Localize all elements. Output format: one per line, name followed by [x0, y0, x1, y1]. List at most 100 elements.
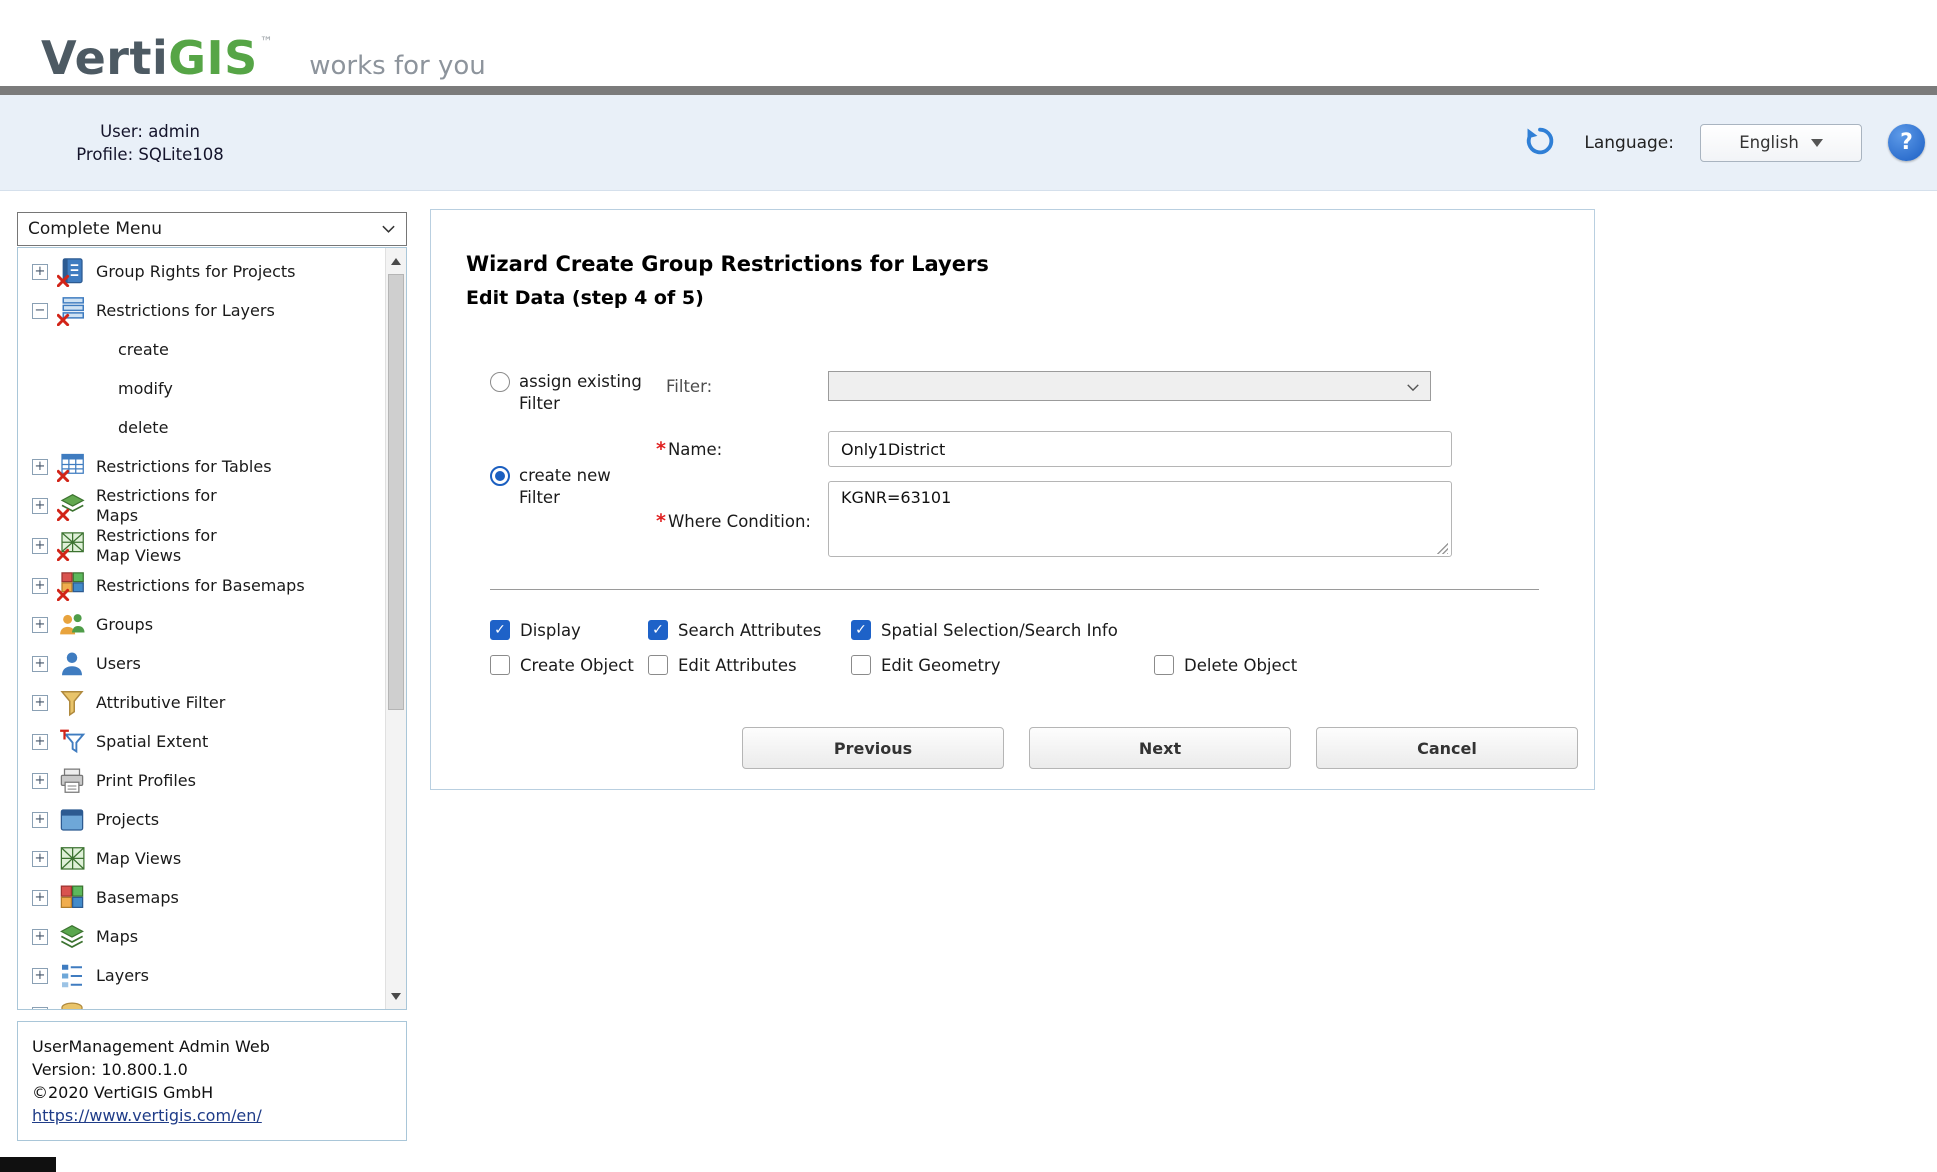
chevron-down-icon [1811, 139, 1823, 147]
tree-item[interactable]: +Restrictions for Tables [18, 447, 378, 486]
where-condition-textarea[interactable]: KGNR=63101 [828, 481, 1452, 557]
restrict-basemaps-icon [57, 571, 87, 601]
tree-item[interactable]: + Restrictions for Basemaps [18, 566, 378, 605]
permission-delete-object[interactable]: Delete Object [1154, 655, 1297, 675]
tree-item[interactable]: + Users [18, 644, 378, 683]
tree-item[interactable]: + [18, 995, 378, 1010]
profile-label: Profile: SQLite108 [40, 143, 260, 166]
triangle-down-icon [391, 993, 401, 1000]
tree-item[interactable]: +Basemaps [18, 878, 378, 917]
permission-label: Search Attributes [678, 621, 821, 640]
maps-icon [57, 922, 87, 952]
tree-item[interactable]: +Restrictions for Map Views [18, 526, 378, 566]
checkbox-unchecked-icon[interactable] [1154, 655, 1174, 675]
tree-scrollbar[interactable] [385, 248, 406, 1009]
expand-toggle-icon[interactable]: + [32, 1007, 48, 1011]
expand-toggle-icon[interactable]: + [32, 695, 48, 711]
tree-subitem[interactable]: create [18, 330, 378, 369]
menu-mode-select[interactable]: Complete Menu [17, 212, 407, 246]
permission-label: Delete Object [1184, 656, 1297, 675]
expand-toggle-icon[interactable]: + [32, 459, 48, 475]
checkbox-checked-icon[interactable]: ✓ [490, 620, 510, 640]
tree-item[interactable]: +Group Rights for Projects [18, 252, 378, 291]
scroll-down-button[interactable] [386, 985, 406, 1007]
session-bar: User: admin Profile: SQLite108 Language:… [0, 95, 1937, 191]
permission-edit-geometry[interactable]: Edit Geometry [851, 655, 1154, 675]
permission-spatial-selection-search-info[interactable]: ✓ Spatial Selection/Search Info [851, 620, 1154, 640]
triangle-up-icon [391, 258, 401, 265]
expand-toggle-icon[interactable]: + [32, 656, 48, 672]
wizard-title: Wizard Create Group Restrictions for Lay… [466, 252, 1594, 276]
tree-item-label: Users [96, 654, 141, 674]
permission-search-attributes[interactable]: ✓ Search Attributes [648, 620, 851, 640]
tree-subitem-label: modify [118, 379, 173, 399]
header-divider [0, 86, 1937, 95]
permission-edit-attributes[interactable]: Edit Attributes [648, 655, 851, 675]
expand-toggle-icon[interactable]: + [32, 264, 48, 280]
next-button[interactable]: Next [1029, 727, 1291, 769]
expand-toggle-icon[interactable]: + [32, 929, 48, 945]
assign-existing-radio[interactable] [490, 372, 510, 392]
permission-create-object[interactable]: Create Object [490, 655, 648, 675]
language-select[interactable]: English [1700, 124, 1862, 162]
collapse-toggle-icon[interactable]: − [32, 303, 48, 319]
create-new-radio[interactable] [490, 466, 510, 486]
tree-item-label: Attributive Filter [96, 693, 225, 713]
menu-mode-value: Complete Menu [28, 219, 162, 239]
session-info: User: admin Profile: SQLite108 [40, 120, 260, 166]
tree-item[interactable]: +Projects [18, 800, 378, 839]
checkbox-unchecked-icon[interactable] [851, 655, 871, 675]
expand-toggle-icon[interactable]: + [32, 617, 48, 633]
expand-toggle-icon[interactable]: + [32, 812, 48, 828]
assign-existing-filter-option[interactable]: assign existing Filter [490, 371, 656, 415]
assign-existing-label: assign existing Filter [519, 371, 647, 415]
tree-item[interactable]: +Layers [18, 956, 378, 995]
permission-label: Edit Attributes [678, 656, 797, 675]
tree-item[interactable]: +Maps [18, 917, 378, 956]
refresh-button[interactable] [1522, 125, 1558, 161]
tree-item[interactable]: −Restrictions for Layers [18, 291, 378, 330]
expand-toggle-icon[interactable]: + [32, 890, 48, 906]
expand-toggle-icon[interactable]: + [32, 968, 48, 984]
expand-toggle-icon[interactable]: + [32, 734, 48, 750]
tree-item[interactable]: +Restrictions for Maps [18, 486, 378, 526]
filter-name-input[interactable] [828, 431, 1452, 467]
permission-display[interactable]: ✓Display [490, 620, 648, 640]
tree-item[interactable]: +Map Views [18, 839, 378, 878]
about-copyright: ©2020 VertiGIS GmbH [32, 1081, 392, 1104]
expand-toggle-icon[interactable]: + [32, 498, 48, 514]
tree-subitem[interactable]: delete [18, 408, 378, 447]
existing-filter-dropdown[interactable] [828, 371, 1431, 401]
scroll-up-button[interactable] [386, 250, 406, 272]
tree-item[interactable]: + Attributive Filter [18, 683, 378, 722]
tree-item[interactable]: +Spatial Extent [18, 722, 378, 761]
checkbox-checked-icon[interactable]: ✓ [648, 620, 668, 640]
language-value: English [1739, 133, 1799, 152]
checkbox-checked-icon[interactable]: ✓ [851, 620, 871, 640]
expand-toggle-icon[interactable]: + [32, 538, 48, 554]
create-new-label: create new Filter [519, 465, 647, 509]
about-app-name: UserManagement Admin Web [32, 1035, 392, 1058]
group-rights-icon [57, 257, 87, 287]
cancel-button[interactable]: Cancel [1316, 727, 1578, 769]
checkbox-unchecked-icon[interactable] [490, 655, 510, 675]
trademark-symbol: ™ [260, 35, 274, 50]
create-new-filter-option[interactable]: create new Filter [490, 431, 656, 575]
expand-toggle-icon[interactable]: + [32, 578, 48, 594]
permission-label: Spatial Selection/Search Info [881, 621, 1118, 640]
scrollbar-thumb[interactable] [388, 274, 404, 710]
vertigis-link[interactable]: https://www.vertigis.com/en/ [32, 1106, 262, 1125]
tree-item-label: Restrictions for Basemaps [96, 576, 305, 596]
required-marker: * [656, 438, 666, 460]
expand-toggle-icon[interactable]: + [32, 773, 48, 789]
wizard-form: assign existing Filter Filter: create ne… [466, 371, 1541, 769]
previous-button[interactable]: Previous [742, 727, 1004, 769]
print-profiles-icon [57, 766, 87, 796]
tree-item[interactable]: +Groups [18, 605, 378, 644]
checkbox-unchecked-icon[interactable] [648, 655, 668, 675]
help-button[interactable]: ? [1888, 124, 1925, 161]
chevron-down-icon [381, 219, 396, 239]
tree-subitem[interactable]: modify [18, 369, 378, 408]
expand-toggle-icon[interactable]: + [32, 851, 48, 867]
tree-item[interactable]: +Print Profiles [18, 761, 378, 800]
